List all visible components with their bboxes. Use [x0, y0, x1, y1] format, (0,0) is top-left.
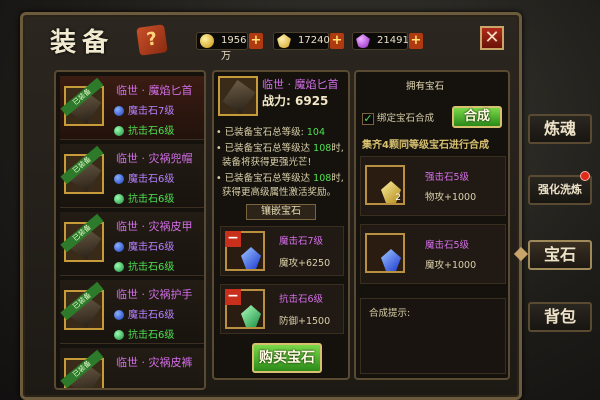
owned-gem-item[interactable]: 2 强击石5级 物攻+1000	[360, 156, 506, 216]
green-gem-icon	[114, 330, 124, 340]
yellow-diamond-icon	[277, 34, 291, 48]
slot-gem-attr: 魔攻+6250	[279, 258, 331, 269]
slot-gem-name: 魔击石7级	[279, 236, 324, 247]
gem-slot-icon	[365, 233, 405, 273]
combine-rule: 集齐4颗同等级宝石进行合成	[362, 140, 489, 151]
combine-hint-box: 合成提示:	[360, 298, 506, 374]
power-row: 战力: 6925	[262, 94, 329, 108]
equipment-item[interactable]: 已装备 临世 · 灾祸皮甲 魔击石6级 抗击石6级	[60, 212, 204, 276]
gem-goal-reward: 装备将获得更强光芒!	[222, 157, 312, 168]
gem-goal-reward-2: 获得更高级属性激活奖励。	[222, 187, 337, 198]
add-gold-button[interactable]: +	[249, 33, 263, 49]
gold-coin-icon	[200, 34, 214, 48]
equipment-detail: 临世 · 魔焰匕首 战力: 6925 • 已装备宝石总等级: 104 • 已装备…	[212, 70, 350, 380]
owned-gems-title: 拥有宝石	[406, 81, 445, 92]
tab-gems[interactable]: 宝石	[528, 240, 592, 270]
green-gem-icon	[114, 194, 124, 204]
gem-goal-line: • 已装备宝石总等级达 108时,	[216, 143, 344, 154]
equipment-item[interactable]: 已装备 临世 · 魔焰匕首 魔击石7级 抗击石6级	[60, 76, 204, 140]
gem-level-line: • 已装备宝石总等级: 104	[216, 127, 325, 138]
blue-gem-icon	[114, 106, 124, 116]
help-icon[interactable]: ?	[136, 24, 168, 56]
equipment-item[interactable]: 已装备 临世 · 灾祸兜帽 魔击石6级 抗击石6级	[60, 144, 204, 208]
blue-gem-icon	[381, 249, 401, 271]
equipment-item[interactable]: 已装备 临世 · 灾祸皮裤	[60, 348, 204, 388]
green-gem-icon	[114, 262, 124, 272]
equipment-name: 临世 · 灾祸护手	[116, 288, 193, 301]
blue-gem-icon	[241, 247, 261, 269]
close-button[interactable]: ✕	[480, 26, 504, 50]
gem-slot[interactable]: − 抗击石6级 防御+1500	[220, 284, 344, 334]
gold-counter: 1956万 +	[196, 32, 263, 62]
slot-gem-attr: 防御+1500	[279, 316, 331, 327]
tab-backpack[interactable]: 背包	[528, 302, 592, 332]
purple-diamond-counter: 21491 +	[352, 32, 423, 50]
equipment-list[interactable]: 已装备 临世 · 魔焰匕首 魔击石7级 抗击石6级 已装备 临世 · 灾祸兜帽 …	[54, 70, 206, 390]
remove-gem-button[interactable]: −	[225, 231, 241, 247]
green-gem-icon	[114, 126, 124, 136]
owned-gem-attr: 魔攻+1000	[425, 260, 477, 271]
remove-gem-button[interactable]: −	[225, 289, 241, 305]
gem-slot-icon: 2	[365, 165, 405, 205]
bind-option[interactable]: ✓ 绑定宝石合成	[362, 110, 434, 125]
gem-goal-line-2: • 已装备宝石总等级达 108时,	[216, 173, 344, 184]
blue-gem-icon	[114, 242, 124, 252]
bind-checkbox[interactable]: ✓	[362, 112, 374, 125]
owned-gem-item[interactable]: 魔击石5级 魔攻+1000	[360, 224, 506, 284]
detail-name: 临世 · 魔焰匕首	[262, 78, 339, 91]
green-gem-icon	[241, 305, 261, 327]
tab-soul-refine[interactable]: 炼魂	[528, 114, 592, 144]
equipment-item[interactable]: 已装备 临世 · 灾祸护手 魔击石6级 抗击石6级	[60, 280, 204, 344]
dagger-icon	[218, 76, 258, 116]
equipment-name: 临世 · 灾祸兜帽	[116, 152, 193, 165]
equipment-name: 临世 · 魔焰匕首	[116, 84, 193, 97]
buy-gem-button[interactable]: 购买宝石	[252, 343, 322, 373]
combine-hint-label: 合成提示:	[369, 308, 411, 319]
owned-gem-name: 强击石5级	[425, 172, 470, 183]
window-title: 装备	[50, 28, 115, 58]
blue-gem-icon	[114, 174, 124, 184]
owned-gem-name: 魔击石5级	[425, 240, 470, 251]
gem-slot[interactable]: − 魔击石7级 魔攻+6250	[220, 226, 344, 276]
equipment-name: 临世 · 灾祸皮甲	[116, 220, 193, 233]
slot-gem-name: 抗击石6级	[279, 294, 324, 305]
owned-gems: 拥有宝石 ✓ 绑定宝石合成 合成 集齐4颗同等级宝石进行合成 2 强击石5级 物…	[354, 70, 510, 380]
purple-diamond-icon	[356, 34, 370, 48]
inlay-header: 镶嵌宝石	[246, 204, 316, 220]
combine-button[interactable]: 合成	[452, 106, 502, 128]
owned-gem-attr: 物攻+1000	[425, 192, 477, 203]
yellow-diamond-counter: 17240 +	[273, 32, 344, 50]
add-purple-diamond-button[interactable]: +	[409, 33, 423, 49]
add-yellow-diamond-button[interactable]: +	[330, 33, 344, 49]
equipment-name: 临世 · 灾祸皮裤	[116, 356, 193, 369]
notification-dot	[580, 171, 590, 181]
blue-gem-icon	[114, 310, 124, 320]
